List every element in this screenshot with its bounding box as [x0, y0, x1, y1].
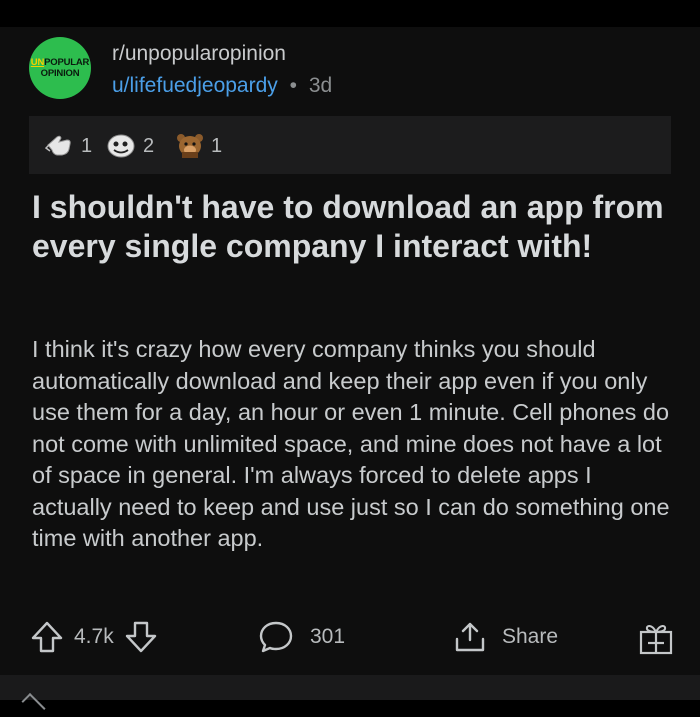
post-body: I think it's crazy how every company thi… [32, 336, 670, 551]
avatar-text-prefix: UN [30, 57, 45, 68]
share-icon [452, 620, 488, 654]
chevron-up-icon [21, 693, 46, 717]
next-post-strip [0, 675, 700, 717]
awards-bar[interactable]: 1 2 1 [29, 116, 671, 174]
award-button[interactable] [638, 620, 674, 656]
award-item[interactable]: 1 [45, 134, 92, 158]
award-count: 1 [211, 134, 223, 157]
vote-count: 4.7k [74, 625, 114, 648]
post-age: 3d [308, 74, 333, 97]
vote-group: 4.7k [30, 620, 158, 654]
bear-award-icon [175, 132, 205, 160]
post-title[interactable]: I shouldn't have to download an app from… [32, 188, 672, 266]
share-button[interactable]: Share [452, 620, 558, 654]
upvote-icon[interactable] [30, 620, 64, 654]
award-item[interactable]: 1 [175, 134, 222, 158]
comment-count: 301 [310, 625, 346, 648]
post-meta: u/lifefuedjeopardy • 3d [112, 74, 332, 98]
award-count: 1 [81, 134, 93, 157]
award-count: 2 [143, 134, 155, 157]
comments-button[interactable]: 301 [258, 620, 345, 654]
subreddit-name[interactable]: r/unpopularopinion [112, 42, 286, 66]
username-link[interactable]: u/lifefuedjeopardy [112, 74, 278, 97]
meta-separator: • [289, 74, 297, 97]
comment-icon [258, 620, 294, 654]
avatar-text-rest: POPULAR [44, 57, 90, 68]
face-award-icon [105, 133, 137, 159]
hand-award-icon [45, 133, 75, 159]
avatar-text-line2: OPINION [40, 68, 80, 79]
downvote-icon[interactable] [124, 620, 158, 654]
share-label: Share [502, 625, 559, 648]
subreddit-avatar[interactable]: UNPOPULAR OPINION [29, 37, 91, 99]
action-bar: 4.7k 301 Share [0, 612, 700, 662]
award-item[interactable]: 2 [105, 134, 154, 158]
gift-icon [638, 620, 674, 656]
